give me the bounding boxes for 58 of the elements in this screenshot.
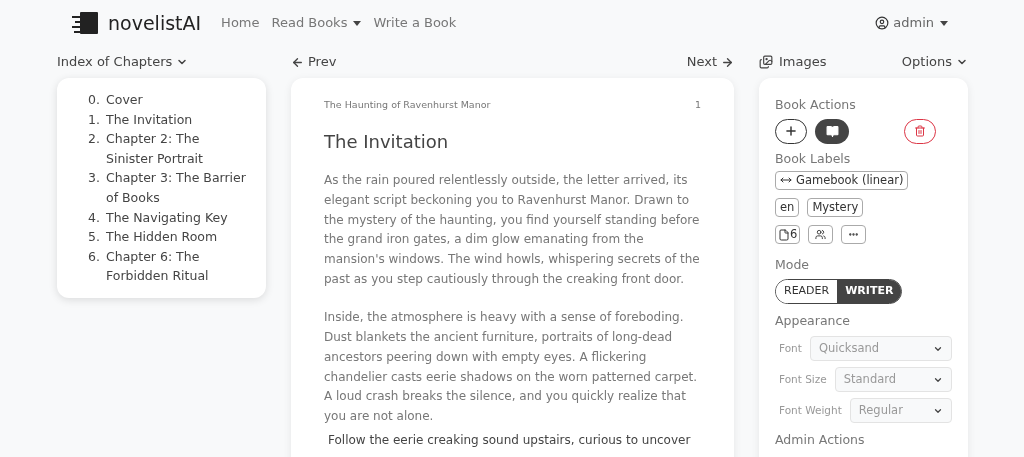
story-paragraph: As the rain poured relentlessly outside, the letter arrived, its elegant script beckoning you to Ravenhurst Manor. Drawn to the mystery of the haunting, you find yourself standing before the grand iron gates, a dim glow emanating from the mansion's windows. The wind howls, whispering secrets of the past as you step cautiously through the creaking front door. (324, 172, 701, 288)
arrow-left-icon (291, 55, 304, 69)
logo-icon (72, 11, 100, 35)
brand-name[interactable]: novelistAI (108, 8, 202, 38)
chapter-number: 0. (87, 91, 101, 109)
chapter-link[interactable]: Chapter 6: The Forbidden Ritual (106, 246, 250, 286)
nav-link[interactable]: Read Books (271, 13, 362, 33)
setting-label: Font Weight (779, 402, 842, 418)
mode-option[interactable]: WRITER (837, 280, 902, 303)
users-button[interactable] (808, 225, 834, 245)
chapter-number: 4. (87, 208, 101, 227)
chapter-link[interactable]: Cover (106, 90, 143, 110)
plus-icon (784, 124, 798, 139)
section-heading: Book Labels (775, 149, 852, 168)
chapter-link[interactable]: The Hidden Room (106, 227, 218, 247)
page-icon (778, 228, 790, 241)
setting-label: Font (779, 340, 802, 356)
chapter-title: The Invitation (324, 130, 450, 155)
chapter-number: 1. (87, 110, 101, 129)
genre-tag: Mystery (807, 197, 864, 217)
trash-icon (914, 125, 926, 138)
user-icon (875, 16, 890, 30)
images-button[interactable]: Images (759, 52, 827, 72)
chapter-number: 6. (87, 247, 101, 266)
page-number: 1 (694, 98, 701, 112)
chapter-number: 3. (87, 169, 101, 188)
chapter-index-toggle[interactable]: Index of Chapters (57, 52, 189, 72)
language-tag: en (775, 197, 800, 217)
book-icon (825, 124, 839, 138)
section-heading: Appearance (775, 311, 852, 330)
images-icon (759, 55, 773, 69)
book-title: The Haunting of Ravenhurst Manor (324, 98, 491, 112)
options-button[interactable]: Options (901, 52, 968, 72)
prev-button[interactable]: Prev (291, 52, 337, 72)
book-type-tag: Gamebook (linear) (775, 170, 909, 190)
chapter-link[interactable]: The Navigating Key (106, 207, 228, 228)
chapter-number: 2. (87, 130, 101, 149)
section-heading: Admin Actions (775, 431, 866, 450)
nav-link[interactable]: Write a Book (373, 13, 457, 33)
page-count-tag: 6 (775, 225, 801, 245)
chapter-link[interactable]: Chapter 2: The Sinister Portrait (106, 129, 250, 169)
section-heading: Book Actions (775, 96, 857, 114)
caret-icon (353, 20, 362, 26)
story-paragraph: Inside, the atmosphere is heavy with a sense of foreboding. Dust blankets the ancient furniture, portraits of long-dead ancestors peering down with empty eyes. A flickering chandelier casts eerie shadows on the worn patterned carpet. A loud crash breaks the silence, and you quickly realize that you are not alone. (324, 309, 699, 425)
chapter-link[interactable]: Chapter 3: The Barrier of Books (106, 168, 250, 208)
setting-label: Font Size (779, 371, 827, 387)
user-menu[interactable]: admin (893, 13, 948, 33)
story-choice[interactable]: Follow the eerie creaking sound upstairs, curious to uncover (324, 431, 701, 448)
chapter-link[interactable]: The Invitation (106, 109, 193, 130)
caret-icon (940, 20, 948, 26)
next-button[interactable]: Next (686, 52, 734, 72)
chapter-number: 5. (87, 228, 101, 247)
users-icon (815, 229, 827, 241)
arrow-right-icon (721, 55, 734, 69)
read-book-button[interactable] (815, 118, 849, 144)
nav-link[interactable]: Home (221, 13, 260, 33)
more-button[interactable] (841, 225, 867, 245)
section-heading: Mode (775, 256, 811, 275)
